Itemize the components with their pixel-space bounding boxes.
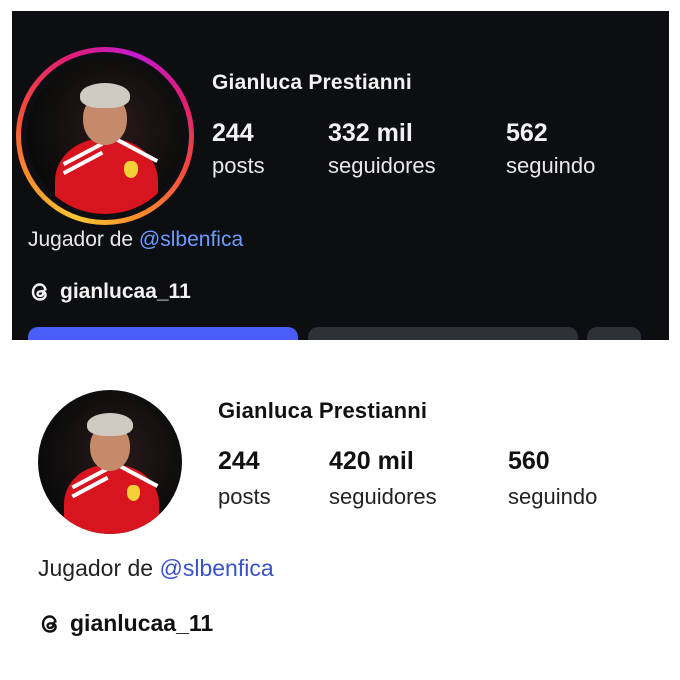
following-label[interactable]: seguindo [508, 484, 597, 510]
posts-label[interactable]: posts [212, 153, 265, 179]
avatar-container[interactable] [38, 390, 182, 534]
threads-handle: gianlucaa_11 [70, 610, 214, 636]
posts-count[interactable]: 244 [218, 447, 260, 476]
avatar [27, 58, 183, 214]
avatar [38, 390, 182, 534]
profile-name: Gianluca Prestianni [212, 71, 412, 94]
following-count[interactable]: 560 [508, 447, 550, 476]
bio-text: Jugador de [38, 555, 160, 581]
profile-name: Gianluca Prestianni [218, 398, 428, 423]
followers-label[interactable]: seguidores [328, 153, 436, 179]
bio: Jugador de @slbenfica [38, 555, 274, 582]
follow-button[interactable] [28, 327, 298, 340]
followers-count[interactable]: 332 mil [328, 119, 413, 148]
bio-mention-link[interactable]: @slbenfica [159, 555, 273, 581]
message-button[interactable] [308, 327, 578, 340]
posts-label[interactable]: posts [218, 484, 271, 510]
bio-mention-link[interactable]: @slbenfica [139, 228, 243, 251]
story-ring[interactable] [16, 47, 194, 225]
more-options-button[interactable] [587, 327, 641, 340]
followers-count[interactable]: 420 mil [329, 447, 414, 476]
threads-icon [28, 280, 52, 304]
threads-icon [38, 612, 62, 636]
threads-link[interactable]: gianlucaa_11 [38, 610, 213, 637]
followers-label[interactable]: seguidores [329, 484, 437, 510]
posts-count[interactable]: 244 [212, 119, 254, 148]
threads-handle: gianlucaa_11 [60, 280, 191, 303]
light-profile-header: Gianluca Prestianni 244 posts 420 mil se… [0, 340, 680, 680]
dark-profile-header: Gianluca Prestianni 244 posts 332 mil se… [12, 11, 669, 340]
bio-text: Jugador de [28, 228, 139, 251]
threads-link[interactable]: gianlucaa_11 [28, 280, 191, 304]
following-label[interactable]: seguindo [506, 153, 595, 179]
bio: Jugador de @slbenfica [28, 228, 243, 252]
following-count[interactable]: 562 [506, 119, 548, 148]
